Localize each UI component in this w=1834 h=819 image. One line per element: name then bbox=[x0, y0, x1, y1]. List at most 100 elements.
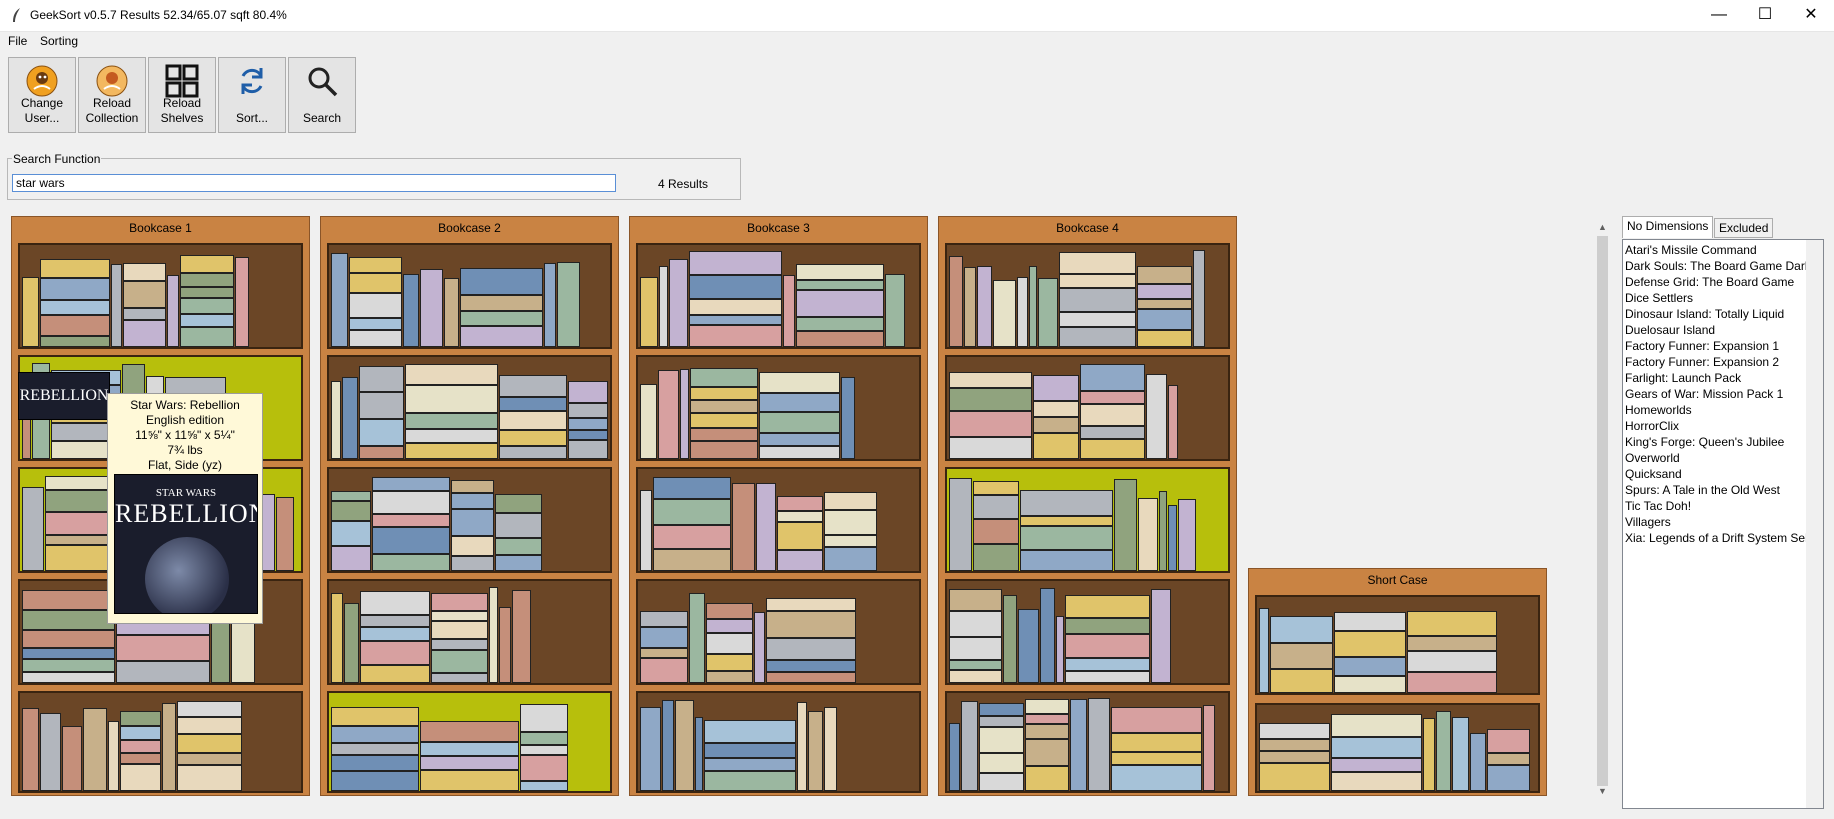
game-box[interactable] bbox=[1178, 499, 1196, 571]
list-item[interactable]: Factory Funner: Expansion 1 bbox=[1625, 338, 1823, 354]
game-box[interactable] bbox=[431, 650, 488, 673]
game-box[interactable] bbox=[495, 494, 542, 513]
game-box[interactable] bbox=[1146, 374, 1167, 459]
game-box[interactable] bbox=[1080, 404, 1145, 426]
game-box[interactable] bbox=[766, 672, 856, 683]
list-item[interactable]: Homeworlds bbox=[1625, 402, 1823, 418]
horizontal-scrollbar[interactable] bbox=[8, 800, 1594, 817]
game-box[interactable] bbox=[973, 519, 1019, 544]
game-box[interactable] bbox=[1334, 676, 1406, 693]
game-box[interactable] bbox=[344, 603, 359, 683]
game-box[interactable] bbox=[706, 671, 753, 683]
game-box[interactable] bbox=[431, 639, 488, 650]
game-box[interactable] bbox=[759, 446, 840, 459]
game-box[interactable] bbox=[405, 385, 498, 413]
game-box[interactable] bbox=[420, 721, 519, 742]
game-box[interactable] bbox=[162, 703, 176, 791]
game-box[interactable] bbox=[1151, 589, 1171, 683]
game-box[interactable] bbox=[359, 392, 404, 419]
game-box[interactable] bbox=[1203, 705, 1215, 791]
game-box[interactable] bbox=[499, 430, 567, 446]
list-item[interactable]: King's Forge: Queen's Jubilee bbox=[1625, 434, 1823, 450]
game-box[interactable] bbox=[1080, 364, 1145, 391]
game-box[interactable] bbox=[1168, 385, 1178, 459]
game-box[interactable] bbox=[766, 598, 856, 611]
game-box[interactable] bbox=[123, 308, 166, 320]
game-box[interactable] bbox=[420, 269, 443, 347]
game-box[interactable] bbox=[1059, 288, 1136, 312]
game-box[interactable] bbox=[460, 311, 543, 326]
list-item[interactable]: Spurs: A Tale in the Old West bbox=[1625, 482, 1823, 498]
maximize-button[interactable]: ☐ bbox=[1742, 0, 1788, 31]
list-item[interactable]: Defense Grid: The Board Game bbox=[1625, 274, 1823, 290]
game-box[interactable] bbox=[662, 700, 674, 791]
game-box[interactable] bbox=[1334, 612, 1406, 631]
game-box[interactable] bbox=[1025, 724, 1069, 739]
list-item[interactable]: Quicksand bbox=[1625, 466, 1823, 482]
game-box[interactable] bbox=[520, 745, 568, 755]
game-box[interactable] bbox=[405, 443, 498, 459]
game-box[interactable] bbox=[331, 726, 419, 743]
game-box[interactable] bbox=[22, 630, 115, 648]
game-box[interactable] bbox=[1137, 309, 1192, 330]
game-box[interactable] bbox=[512, 590, 531, 683]
game-box[interactable] bbox=[1065, 634, 1150, 658]
game-box[interactable] bbox=[689, 275, 782, 299]
list-item[interactable]: Dice Settlers bbox=[1625, 290, 1823, 306]
game-box[interactable] bbox=[949, 256, 963, 347]
game-box[interactable] bbox=[949, 637, 1002, 660]
game-box[interactable] bbox=[1259, 723, 1330, 739]
game-box[interactable] bbox=[22, 277, 39, 347]
game-box[interactable] bbox=[777, 550, 823, 571]
game-box[interactable] bbox=[1038, 278, 1058, 347]
rebellion-shelf-box[interactable]: REBELLION bbox=[18, 372, 110, 420]
game-box[interactable] bbox=[653, 525, 731, 549]
game-box[interactable] bbox=[177, 765, 242, 791]
tab-excluded[interactable]: Excluded bbox=[1714, 218, 1774, 238]
game-box[interactable] bbox=[495, 555, 542, 571]
game-box[interactable] bbox=[777, 511, 823, 522]
game-box[interactable] bbox=[451, 536, 494, 556]
game-box[interactable] bbox=[1025, 714, 1069, 724]
game-box[interactable] bbox=[1059, 312, 1136, 327]
game-box[interactable] bbox=[180, 287, 234, 298]
game-box[interactable] bbox=[276, 497, 294, 571]
game-box[interactable] bbox=[689, 251, 782, 275]
game-box[interactable] bbox=[706, 619, 753, 633]
game-box[interactable] bbox=[40, 713, 61, 791]
game-box[interactable] bbox=[349, 330, 402, 347]
game-box[interactable] bbox=[331, 593, 343, 683]
game-box[interactable] bbox=[331, 546, 371, 571]
game-box[interactable] bbox=[695, 717, 703, 791]
game-box[interactable] bbox=[756, 483, 776, 571]
game-box[interactable] bbox=[120, 764, 161, 791]
game-box[interactable] bbox=[1065, 671, 1150, 683]
game-box[interactable] bbox=[1020, 550, 1113, 571]
game-box[interactable] bbox=[1470, 733, 1486, 791]
game-box[interactable] bbox=[1020, 516, 1113, 526]
game-box[interactable] bbox=[824, 535, 877, 547]
game-box[interactable] bbox=[331, 755, 419, 771]
game-box[interactable] bbox=[431, 611, 488, 621]
game-box[interactable] bbox=[235, 257, 249, 347]
game-box[interactable] bbox=[120, 726, 161, 740]
game-box[interactable] bbox=[1259, 763, 1330, 791]
game-box[interactable] bbox=[1029, 266, 1037, 347]
game-box[interactable] bbox=[420, 742, 519, 756]
game-box[interactable] bbox=[949, 411, 1032, 437]
game-box[interactable] bbox=[759, 372, 840, 393]
game-box[interactable] bbox=[123, 281, 166, 308]
game-box[interactable] bbox=[120, 753, 161, 764]
game-box[interactable] bbox=[180, 255, 234, 273]
game-box[interactable] bbox=[568, 440, 608, 459]
game-box[interactable] bbox=[1334, 631, 1406, 657]
game-box[interactable] bbox=[659, 266, 668, 347]
game-box[interactable] bbox=[653, 549, 731, 571]
game-box[interactable] bbox=[568, 418, 608, 430]
game-box[interactable] bbox=[797, 702, 807, 791]
game-box[interactable] bbox=[675, 700, 694, 791]
game-box[interactable] bbox=[1059, 274, 1136, 288]
game-box[interactable] bbox=[690, 428, 758, 441]
game-box[interactable] bbox=[1487, 765, 1530, 791]
scroll-up-icon[interactable]: ▲ bbox=[1598, 222, 1607, 232]
